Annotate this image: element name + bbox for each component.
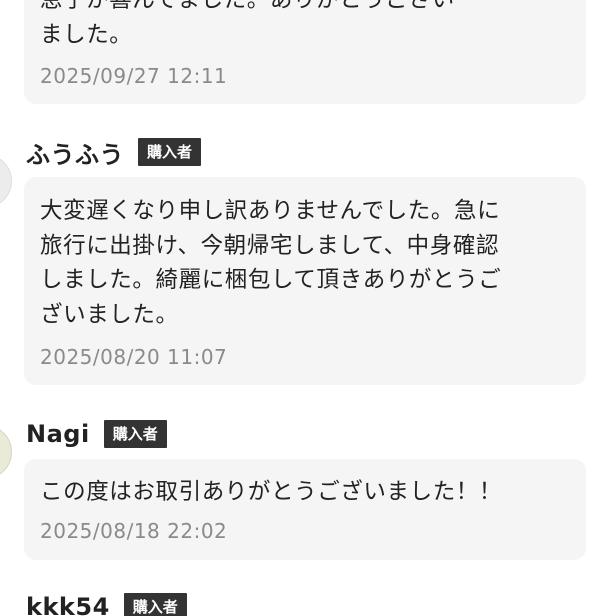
reviewer-name[interactable]: ふうふう — [26, 135, 124, 170]
reviewer-header: kkk54 購入者 — [26, 590, 187, 616]
review-list: 息子が喜んでました。ありがとうござい ました。 2025/09/27 12:11… — [0, 0, 616, 616]
review-message: 息子が喜んでました。ありがとうござい ました。 — [40, 0, 455, 48]
reviewer-avatar[interactable] — [0, 425, 12, 479]
review-timestamp: 2025/09/27 12:11 — [40, 64, 228, 88]
review-timestamp: 2025/08/18 22:02 — [40, 519, 228, 543]
reviewer-name[interactable]: Nagi — [26, 420, 90, 448]
review-bubble: 息子が喜んでました。ありがとうござい ました。 2025/09/27 12:11 — [24, 0, 586, 104]
reviewer-name[interactable]: kkk54 — [26, 593, 110, 616]
review-message: 大変遅くなり申し訳ありませんでした。急に 旅行に出掛け、今朝帰宅しまして、中身確… — [40, 198, 502, 328]
review-message: この度はお取引ありがとうございました！！ — [40, 479, 503, 505]
buyer-badge: 購入者 — [123, 593, 187, 616]
reviewer-header: Nagi 購入者 — [26, 417, 167, 451]
review-timestamp: 2025/08/20 11:07 — [40, 345, 228, 369]
review-bubble: この度はお取引ありがとうございました！！ 2025/08/18 22:02 — [24, 459, 586, 560]
buyer-badge: 購入者 — [103, 420, 167, 448]
reviewer-header: ふうふう 購入者 — [26, 135, 202, 170]
reviewer-avatar[interactable] — [0, 154, 12, 208]
review-bubble: 大変遅くなり申し訳ありませんでした。急に 旅行に出掛け、今朝帰宅しまして、中身確… — [24, 177, 586, 385]
buyer-badge: 購入者 — [138, 138, 202, 166]
